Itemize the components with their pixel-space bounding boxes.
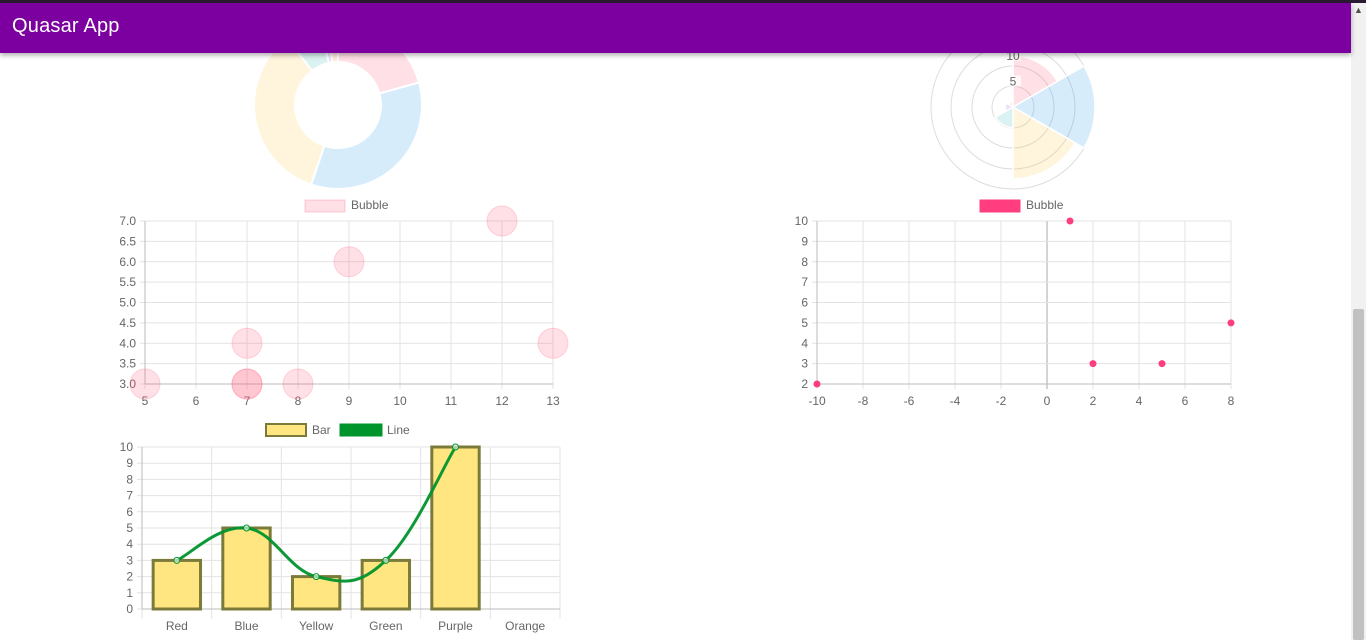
x-tick-label-purple: Purple (438, 619, 473, 633)
y-tick-label-10: 10 (120, 440, 134, 454)
scroll-thumb[interactable] (1353, 309, 1364, 640)
line-point-0 (173, 556, 181, 564)
bar-line-chart: Bar Line 0 1 2 3 4 5 6 7 8 9 10 Red Blue Yellow Green Pur… (120, 423, 561, 633)
y-tick-label-2: 2 (801, 377, 808, 391)
x-tick-label-12: 12 (495, 394, 509, 408)
bar-blue (221, 526, 272, 611)
x-tick-label-10: 10 (393, 394, 407, 408)
y-tick-label-3.5: 3.5 (119, 357, 136, 371)
legend-swatch-bubble (304, 199, 346, 213)
legend-swatch-bar (265, 423, 307, 437)
legend-swatch-line (339, 423, 383, 437)
y-tick-label-5.5: 5.5 (119, 275, 136, 289)
x-tick-label--10: -10 (808, 394, 826, 408)
bubble-point-0 (129, 368, 161, 400)
bubble-chart-1: Bubble5 6 7 8 9 10 11 12 133.03.54.04.55.05.56.0… (119, 198, 569, 408)
x-tick-label-blue: Blue (234, 619, 258, 633)
x-tick-label-8: 8 (1228, 394, 1235, 408)
bubble-chart-2: Bubble -10 -8 -6 -4 -2 0 2 4 6 8 2 3 4 5 6 7 8 9 10 (795, 198, 1235, 408)
x-tick-label-0: 0 (1044, 394, 1051, 408)
legend: Bar Line (265, 423, 410, 437)
scatter-point-2 (1089, 360, 1097, 368)
y-tick-label-8: 8 (801, 255, 808, 269)
y-tick-label-9: 9 (801, 234, 808, 248)
legend-label-line: Line (387, 423, 410, 437)
y-tick-label-4: 4 (126, 537, 133, 551)
bubble-point-6 (486, 205, 518, 237)
polar-segment-green (994, 105, 1014, 129)
y-tick-label-4: 4 (801, 336, 808, 350)
line-point-1 (243, 524, 250, 532)
x-tick-label-orange: Orange (505, 619, 545, 633)
x-tick-label-2: 2 (1090, 394, 1097, 408)
bar-green (360, 558, 412, 611)
bubble-point-4 (282, 368, 314, 400)
line-series (176, 446, 457, 583)
x-tick-label-11: 11 (445, 394, 458, 408)
y-tick-label-2: 2 (126, 570, 133, 584)
line-point-2 (312, 573, 320, 581)
y-tick-label-10: 10 (795, 214, 809, 228)
y-tick-label-3: 3 (801, 357, 808, 371)
y-tick-label-6.0: 6.0 (119, 255, 136, 269)
y-tick-label-3: 3 (126, 553, 133, 567)
page-scrollbar[interactable]: ▲ (1351, 3, 1366, 640)
y-tick-label-7: 7 (126, 489, 133, 503)
y-tick-label-7: 7 (801, 275, 808, 289)
bubble-point-7 (537, 327, 569, 359)
bubble-point-3 (231, 327, 263, 359)
app-header: Quasar App (0, 3, 1351, 53)
x-tick-label-6: 6 (193, 394, 200, 408)
y-tick-label-6: 6 (126, 505, 133, 519)
legend: Bubble (304, 198, 389, 213)
x-tick-label-6: 6 (1182, 394, 1189, 408)
y-tick-label-5: 5 (126, 521, 133, 535)
scroll-up-arrow-icon[interactable]: ▲ (1351, 3, 1366, 18)
y-tick-label-6.5: 6.5 (119, 234, 136, 248)
app-title: Quasar App (12, 15, 120, 37)
line-point-3 (382, 556, 390, 564)
y-tick-label-6: 6 (801, 296, 808, 310)
y-tick-label-4.0: 4.0 (119, 336, 136, 350)
x-tick-label--6: -6 (904, 394, 915, 408)
y-tick-label-0: 0 (126, 602, 133, 616)
x-tick-label-green: Green (369, 619, 402, 633)
x-tick-label-4: 4 (1136, 394, 1143, 408)
x-tick-label--4: -4 (950, 394, 961, 408)
legend-label-bar: Bar (312, 423, 331, 437)
legend: Bubble (979, 198, 1064, 213)
legend-label-bubble: Bubble (351, 198, 389, 212)
bubble-point-5 (333, 246, 365, 278)
x-tick-label--8: -8 (858, 394, 869, 408)
y-tick-label-1: 1 (126, 586, 133, 600)
y-tick-label-5.0: 5.0 (119, 296, 136, 310)
y-tick-label-8: 8 (126, 472, 133, 486)
legend-label-bubble: Bubble (1026, 198, 1064, 212)
scatter-point-3 (1158, 360, 1166, 368)
y-tick-label-9: 9 (126, 456, 133, 470)
y-tick-label-5: 5 (801, 316, 808, 330)
y-tick-label-4.5: 4.5 (119, 316, 136, 330)
scatter-point-1 (1066, 217, 1074, 225)
x-tick-label-13: 13 (546, 394, 560, 408)
x-tick-label-9: 9 (346, 394, 353, 408)
x-tick-label--2: -2 (996, 394, 1007, 408)
line-point-4 (452, 443, 459, 451)
doughnut-slice-blue (309, 81, 423, 190)
bar-red (151, 558, 203, 611)
x-tick-label-red: Red (166, 619, 188, 633)
scatter-point-0 (813, 380, 821, 388)
y-tick-label-7.0: 7.0 (119, 214, 136, 228)
polar-area-chart: 510 (930, 24, 1096, 190)
scatter-point-4 (1227, 319, 1235, 327)
legend-swatch-bubble (979, 199, 1021, 213)
x-tick-label-yellow: Yellow (299, 619, 334, 633)
bar-purple (430, 445, 481, 611)
polar-tick-label-5: 5 (1010, 74, 1017, 88)
bubble-point-2 (231, 368, 263, 400)
